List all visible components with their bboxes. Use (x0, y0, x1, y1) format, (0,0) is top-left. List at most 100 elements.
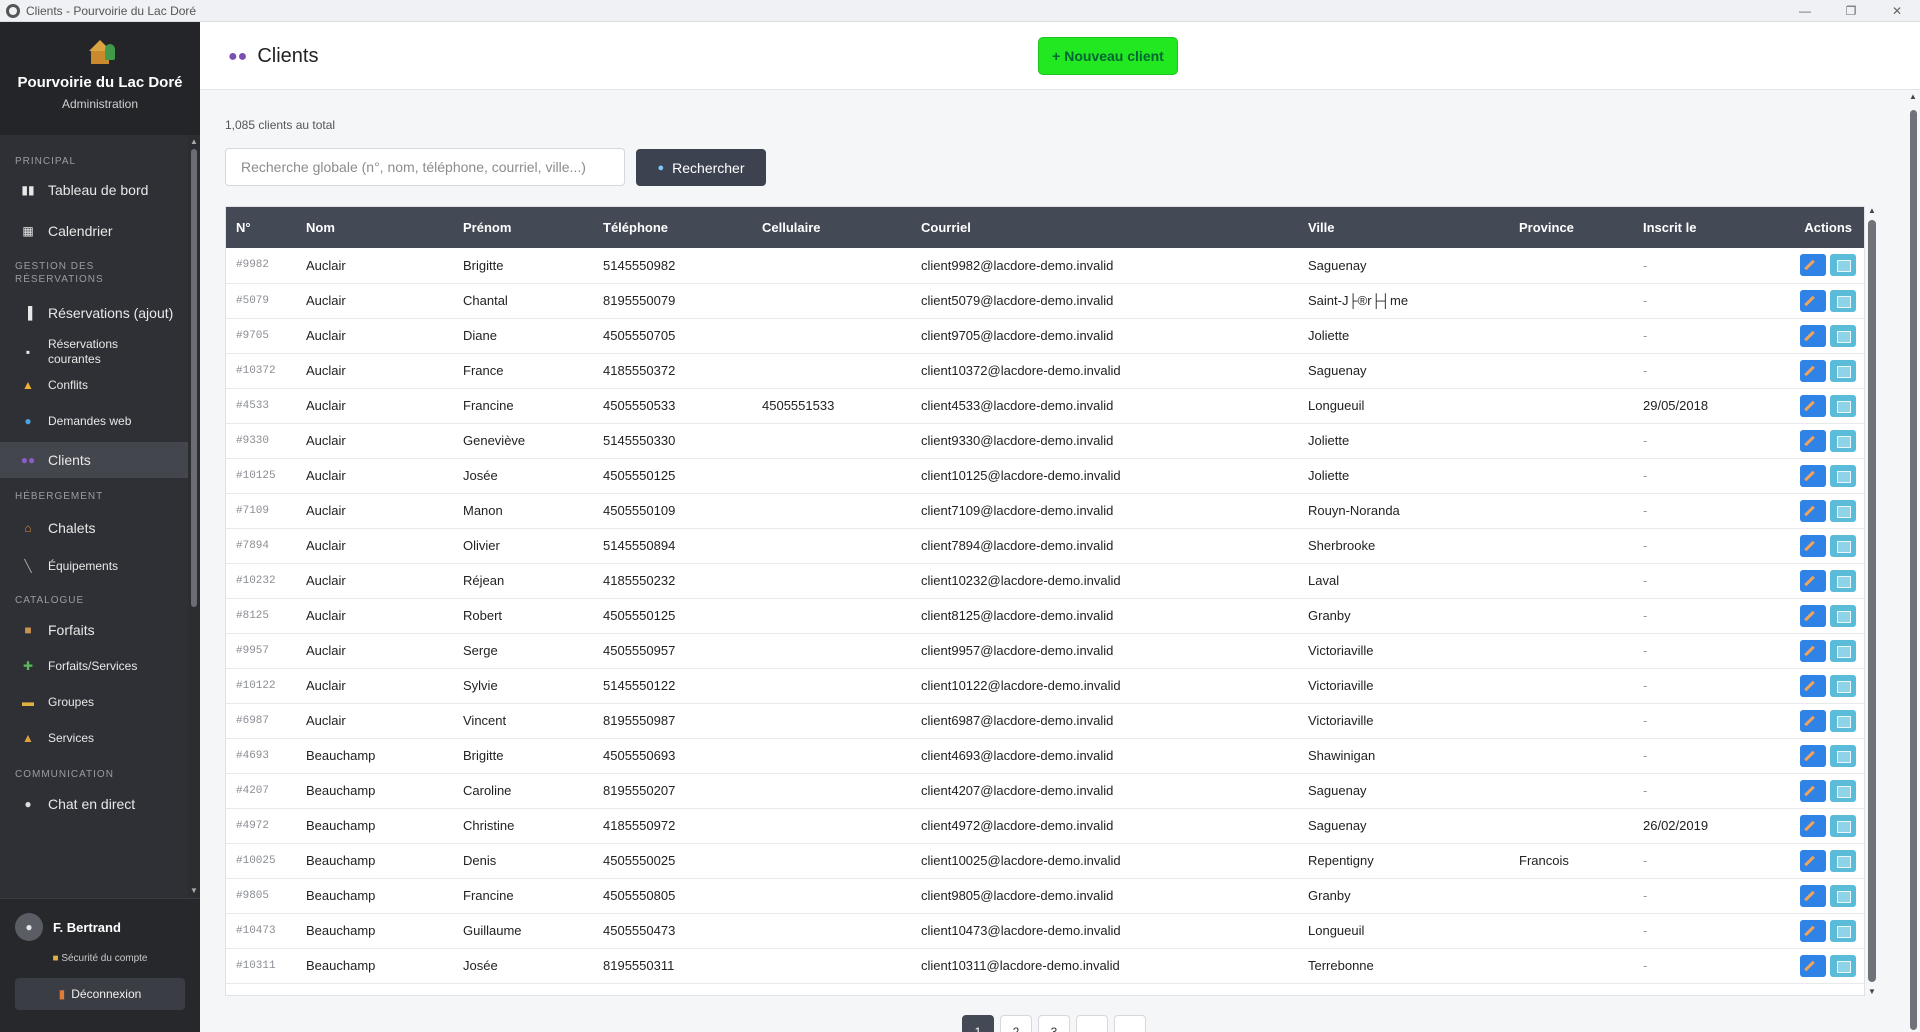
calendar-icon[interactable] (1830, 604, 1856, 627)
table-row[interactable]: #8125 Auclair Robert 4505550125 client8125@l… (226, 598, 1864, 633)
sidebar-item-calendar[interactable]: ▦ Calendrier (0, 216, 188, 246)
calendar-icon[interactable] (1830, 849, 1856, 872)
edit-pencil-icon[interactable] (1800, 394, 1826, 417)
account-security-link[interactable]: ■ Sécurité du compte (0, 953, 200, 964)
table-row[interactable]: #10125 Auclair Josée 4505550125 client10125@… (226, 458, 1864, 493)
calendar-icon[interactable] (1830, 954, 1856, 977)
calendar-icon[interactable] (1830, 779, 1856, 802)
scroll-down-arrow-icon[interactable]: ▼ (190, 886, 198, 895)
sidebar-item-packages-services[interactable]: ✚ Forfaits/Services (0, 651, 188, 681)
table-row[interactable]: #4207 Beauchamp Caroline 8195550207 client42… (226, 773, 1864, 808)
sidebar-item-packages[interactable]: ■ Forfaits (0, 615, 188, 645)
calendar-icon[interactable] (1830, 639, 1856, 662)
edit-pencil-icon[interactable] (1800, 324, 1826, 347)
sidebar-item-services[interactable]: ▲ Services (0, 723, 188, 753)
calendar-icon[interactable] (1830, 919, 1856, 942)
search-button[interactable]: ● Rechercher (636, 149, 766, 186)
edit-pencil-icon[interactable] (1800, 779, 1826, 802)
table-row[interactable]: #4972 Beauchamp Christine 4185550972 client4… (226, 808, 1864, 843)
logout-button[interactable]: ▮ Déconnexion (15, 978, 185, 1010)
calendar-icon[interactable] (1830, 569, 1856, 592)
edit-pencil-icon[interactable] (1800, 534, 1826, 557)
calendar-icon[interactable] (1830, 709, 1856, 732)
calendar-icon[interactable] (1830, 499, 1856, 522)
sidebar-item-reservations-current[interactable]: ▪ Réservations courantes (0, 334, 188, 370)
table-row[interactable]: #9330 Auclair Geneviève 5145550330 client933… (226, 423, 1864, 458)
table-row[interactable]: #10311 Beauchamp Josée 8195550311 client1031… (226, 948, 1864, 983)
sidebar-scrollbar[interactable]: ▲ ▼ (188, 135, 200, 897)
calendar-icon[interactable] (1830, 359, 1856, 382)
scroll-up-arrow-icon[interactable]: ▲ (190, 137, 198, 146)
edit-pencil-icon[interactable] (1800, 849, 1826, 872)
page-scroll-thumb[interactable] (1910, 110, 1917, 1030)
table-row[interactable]: #7894 Auclair Olivier 5145550894 client7894@… (226, 528, 1864, 563)
edit-pencil-icon[interactable] (1800, 359, 1826, 382)
sidebar-scroll-thumb[interactable] (191, 149, 197, 607)
edit-pencil-icon[interactable] (1800, 919, 1826, 942)
scroll-down-arrow-icon[interactable]: ▼ (1868, 987, 1876, 996)
sidebar-item-clients[interactable]: ●● Clients (0, 442, 188, 478)
table-row[interactable]: #10122 Auclair Sylvie 5145550122 client10122… (226, 668, 1864, 703)
sidebar-item-dashboard[interactable]: ▮▮ Tableau de bord (0, 175, 188, 205)
minimize-button[interactable]: — (1782, 0, 1828, 22)
edit-pencil-icon[interactable] (1800, 954, 1826, 977)
sidebar-item-reservations-add[interactable]: ▐ Réservations (ajout) (0, 298, 188, 328)
edit-pencil-icon[interactable] (1800, 814, 1826, 837)
sidebar-item-conflicts[interactable]: ▲ Conflits (0, 370, 188, 400)
edit-pencil-icon[interactable] (1800, 569, 1826, 592)
sidebar-item-web-requests[interactable]: ● Demandes web (0, 406, 188, 436)
table-row[interactable]: #10232 Auclair Réjean 4185550232 client10232… (226, 563, 1864, 598)
sidebar-item-equipment[interactable]: ╲ Équipements (0, 551, 188, 581)
table-row[interactable]: #9957 Auclair Serge 4505550957 client9957@la… (226, 633, 1864, 668)
calendar-icon[interactable] (1830, 534, 1856, 557)
table-row[interactable]: #9705 Auclair Diane 4505550705 client9705@la… (226, 318, 1864, 353)
close-button[interactable]: ✕ (1874, 0, 1920, 22)
page-scrollbar[interactable]: ▲ (1906, 90, 1920, 1032)
table-row[interactable]: #4533 Auclair Francine 4505550533 4505551533… (226, 388, 1864, 423)
edit-pencil-icon[interactable] (1800, 289, 1826, 312)
table-scrollbar[interactable]: ▲ ▼ (1866, 206, 1878, 996)
new-client-button[interactable]: + Nouveau client (1039, 38, 1177, 74)
sidebar-item-groups[interactable]: ▬ Groupes (0, 687, 188, 717)
calendar-icon[interactable] (1830, 254, 1856, 277)
scroll-up-arrow-icon[interactable]: ▲ (1909, 92, 1917, 101)
calendar-icon[interactable] (1830, 324, 1856, 347)
page-button[interactable] (1114, 1015, 1146, 1032)
scroll-up-arrow-icon[interactable]: ▲ (1868, 206, 1876, 215)
edit-pencil-icon[interactable] (1800, 604, 1826, 627)
page-button[interactable]: 2 (1000, 1015, 1032, 1032)
table-row[interactable]: #6987 Auclair Vincent 8195550987 client6987@… (226, 703, 1864, 738)
sidebar-item-live-chat[interactable]: ● Chat en direct (0, 789, 188, 819)
edit-pencil-icon[interactable] (1800, 254, 1826, 277)
edit-pencil-icon[interactable] (1800, 429, 1826, 452)
search-input[interactable] (225, 148, 625, 186)
calendar-icon[interactable] (1830, 289, 1856, 312)
sidebar-item-chalets[interactable]: ⌂ Chalets (0, 513, 188, 543)
edit-pencil-icon[interactable] (1800, 499, 1826, 522)
calendar-icon[interactable] (1830, 464, 1856, 487)
table-row[interactable]: #9805 Beauchamp Francine 4505550805 client98… (226, 878, 1864, 913)
edit-pencil-icon[interactable] (1800, 464, 1826, 487)
calendar-icon[interactable] (1830, 744, 1856, 767)
edit-pencil-icon[interactable] (1800, 884, 1826, 907)
table-row[interactable]: #5079 Auclair Chantal 8195550079 client5079@… (226, 283, 1864, 318)
edit-pencil-icon[interactable] (1800, 709, 1826, 732)
table-scroll-thumb[interactable] (1868, 220, 1876, 982)
table-row[interactable]: #10473 Beauchamp Guillaume 4505550473 client… (226, 913, 1864, 948)
page-button[interactable]: 3 (1038, 1015, 1070, 1032)
table-row[interactable]: #4693 Beauchamp Brigitte 4505550693 client46… (226, 738, 1864, 773)
page-button[interactable] (1076, 1015, 1108, 1032)
table-row[interactable]: #7109 Auclair Manon 4505550109 client7109@la… (226, 493, 1864, 528)
calendar-icon[interactable] (1830, 884, 1856, 907)
page-button[interactable]: 1 (962, 1015, 994, 1032)
calendar-icon[interactable] (1830, 674, 1856, 697)
calendar-icon[interactable] (1830, 814, 1856, 837)
edit-pencil-icon[interactable] (1800, 674, 1826, 697)
table-row[interactable]: #10372 Auclair France 4185550372 client10372… (226, 353, 1864, 388)
calendar-icon[interactable] (1830, 429, 1856, 452)
table-row[interactable]: #10025 Beauchamp Denis 4505550025 client1002… (226, 843, 1864, 878)
edit-pencil-icon[interactable] (1800, 639, 1826, 662)
table-row[interactable]: #9982 Auclair Brigitte 5145550982 client9982… (226, 248, 1864, 283)
maximize-button[interactable]: ❐ (1828, 0, 1874, 22)
calendar-icon[interactable] (1830, 394, 1856, 417)
